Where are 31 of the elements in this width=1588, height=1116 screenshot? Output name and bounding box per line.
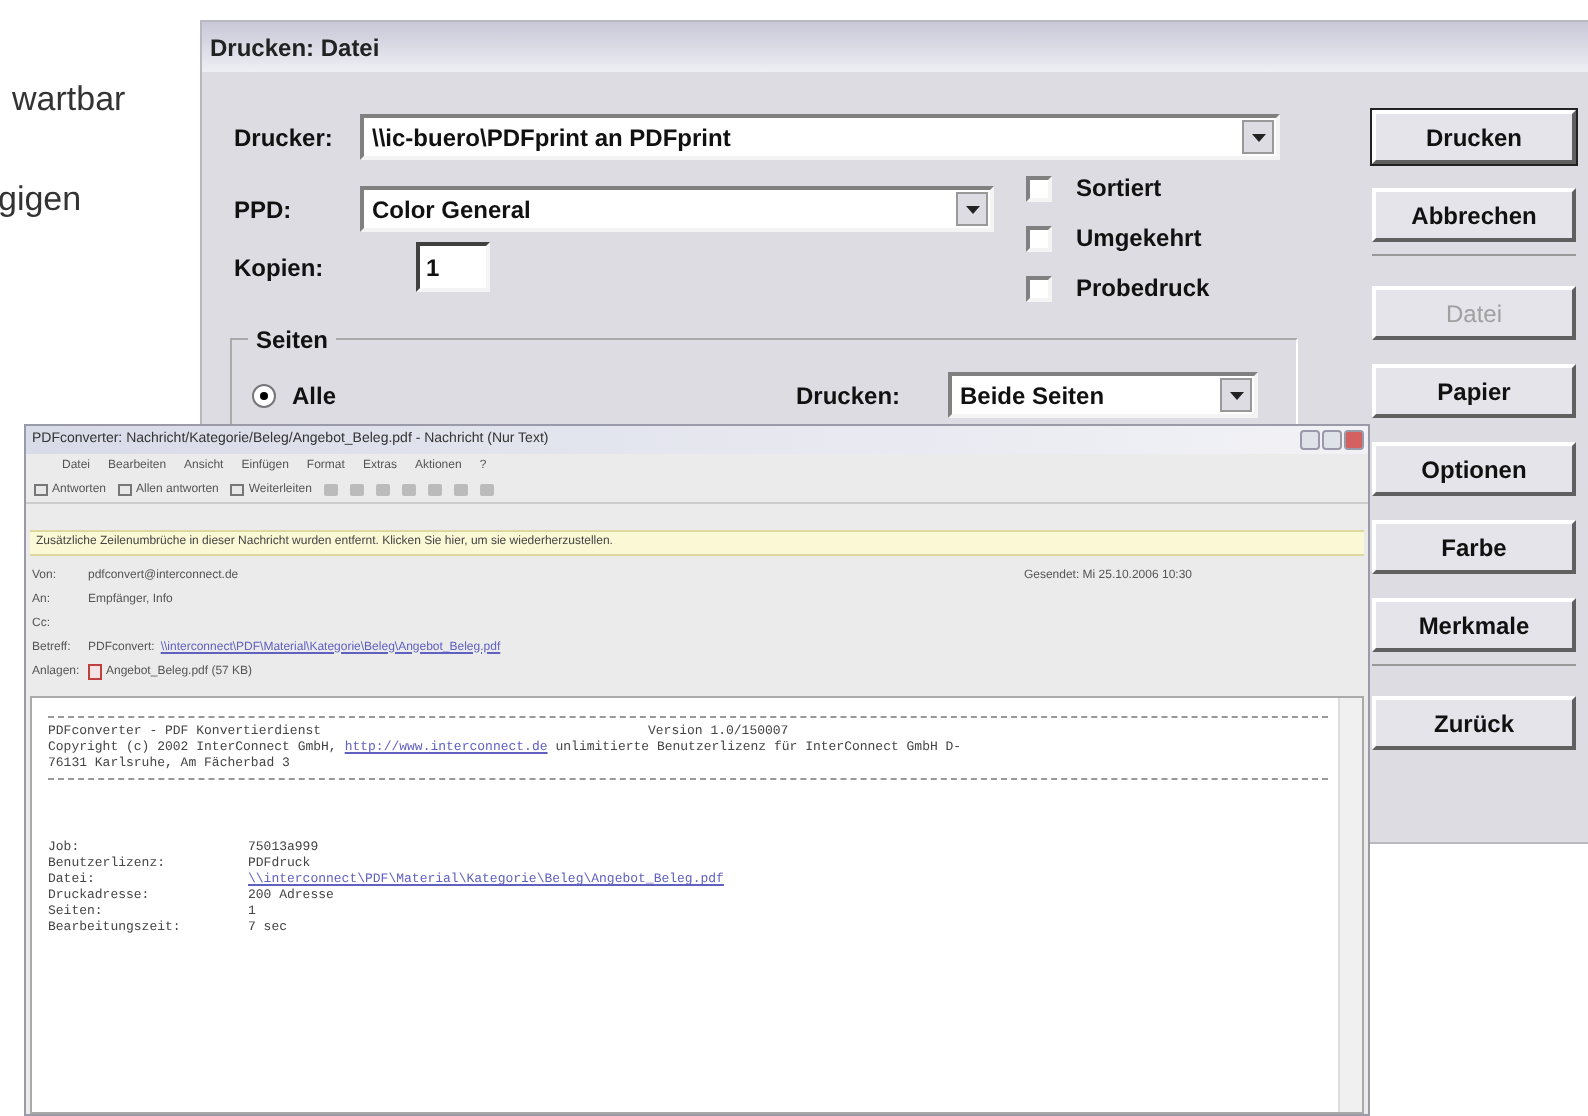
printer-dropdown[interactable]: \\ic-buero\PDFprint an PDFprint xyxy=(360,114,1280,160)
checkbox-label: Umgekehrt xyxy=(1076,222,1202,256)
minimize-icon[interactable] xyxy=(1300,430,1320,450)
dialog-button[interactable]: Merkmale xyxy=(1372,598,1576,652)
dialog-button[interactable]: Farbe xyxy=(1372,520,1576,574)
dialog-button[interactable]: Abbrechen xyxy=(1372,188,1576,242)
close-icon[interactable] xyxy=(1344,430,1364,450)
checkbox-label: Probedruck xyxy=(1076,272,1210,306)
dialog-button[interactable]: Zurück xyxy=(1372,696,1576,750)
window-title: Drucken: Datei xyxy=(210,31,380,65)
copies-input[interactable]: 1 xyxy=(416,242,490,292)
dialog-button[interactable]: Papier xyxy=(1372,364,1576,418)
page-text: gigen xyxy=(0,178,82,222)
radio-label: Alle xyxy=(292,379,337,413)
duplex-dropdown[interactable]: Beide Seiten xyxy=(948,372,1258,418)
field-label: Kopien: xyxy=(234,251,326,285)
dialog-button[interactable]: Optionen xyxy=(1372,442,1576,496)
checkbox[interactable] xyxy=(1026,175,1052,201)
scrollbar[interactable] xyxy=(1338,698,1362,1112)
field-label: PPD: xyxy=(234,193,294,227)
checkbox[interactable] xyxy=(1026,225,1052,251)
page-text: wartbar xyxy=(12,78,126,122)
field-label: Drucken: xyxy=(796,379,903,413)
radio-button[interactable] xyxy=(252,383,276,407)
ppd-dropdown[interactable]: Color General xyxy=(360,186,994,232)
checkbox[interactable] xyxy=(1026,275,1052,301)
maximize-icon[interactable] xyxy=(1322,430,1342,450)
pdf-file-icon xyxy=(88,664,102,680)
checkbox-label: Sortiert xyxy=(1076,172,1162,206)
dialog-button[interactable]: Drucken xyxy=(1372,110,1576,164)
field-label: Drucker: xyxy=(234,121,335,155)
